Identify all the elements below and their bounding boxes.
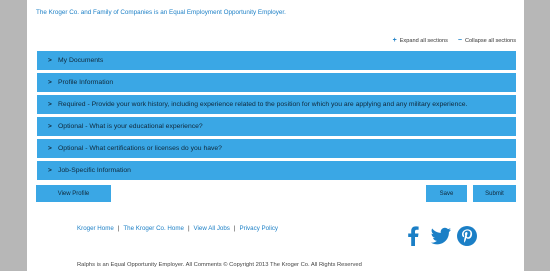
section-label: Required - Provide your work history, in…	[58, 101, 468, 109]
collapse-all-button[interactable]: − Collapse all sections	[458, 37, 516, 44]
chevron-right-icon: >	[48, 57, 52, 65]
chevron-right-icon: >	[48, 167, 52, 175]
pinterest-icon[interactable]	[457, 226, 477, 246]
expand-all-label: Expand all sections	[399, 37, 448, 44]
expand-all-button[interactable]: + Expand all sections	[393, 37, 448, 44]
footer-link-kroger-home[interactable]: Kroger Home	[77, 225, 114, 232]
section-certifications[interactable]: > Optional - What certifications or lice…	[37, 138, 516, 159]
section-label: Optional - What is your educational expe…	[58, 123, 203, 131]
section-label: Optional - What certifications or licens…	[58, 145, 222, 153]
section-label: Profile Information	[58, 79, 114, 87]
copyright-text: Ralphs is an Equal Opportunity Employer.…	[77, 262, 362, 268]
footer-links: Kroger Home | The Kroger Co. Home | View…	[77, 225, 278, 232]
section-label: Job-Specific Information	[58, 167, 131, 175]
section-label: My Documents	[58, 57, 104, 65]
section-work-history[interactable]: > Required - Provide your work history, …	[37, 94, 516, 115]
view-profile-button[interactable]: View Profile	[36, 185, 111, 202]
collapse-all-label: Collapse all sections	[465, 37, 516, 44]
chevron-right-icon: >	[48, 145, 52, 153]
section-my-documents[interactable]: > My Documents	[37, 51, 516, 71]
footer-link-view-all-jobs[interactable]: View All Jobs	[194, 225, 230, 232]
submit-button[interactable]: Submit	[473, 185, 516, 202]
footer-link-privacy-policy[interactable]: Privacy Policy	[240, 225, 279, 232]
application-accordion: > My Documents > Profile Information > R…	[37, 51, 516, 183]
section-controls: + Expand all sections − Collapse all sec…	[393, 37, 516, 44]
section-education[interactable]: > Optional - What is your educational ex…	[37, 116, 516, 137]
facebook-icon[interactable]	[407, 226, 419, 246]
minus-icon: −	[457, 37, 462, 44]
section-job-specific[interactable]: > Job-Specific Information	[37, 160, 516, 181]
plus-icon: +	[392, 37, 397, 44]
page-background: { "header": { "eeo_text": "The Kroger Co…	[0, 0, 550, 271]
link-separator: |	[233, 225, 236, 232]
eeo-statement: The Kroger Co. and Family of Companies i…	[36, 9, 286, 16]
link-separator: |	[187, 225, 190, 232]
main-card: The Kroger Co. and Family of Companies i…	[27, 0, 524, 271]
section-profile-information[interactable]: > Profile Information	[37, 72, 516, 93]
chevron-right-icon: >	[48, 101, 52, 109]
footer-link-kroger-co-home[interactable]: The Kroger Co. Home	[123, 225, 184, 232]
twitter-icon[interactable]	[431, 226, 451, 246]
save-button[interactable]: Save	[426, 185, 467, 202]
chevron-right-icon: >	[48, 123, 52, 131]
link-separator: |	[117, 225, 120, 232]
chevron-right-icon: >	[48, 79, 52, 87]
